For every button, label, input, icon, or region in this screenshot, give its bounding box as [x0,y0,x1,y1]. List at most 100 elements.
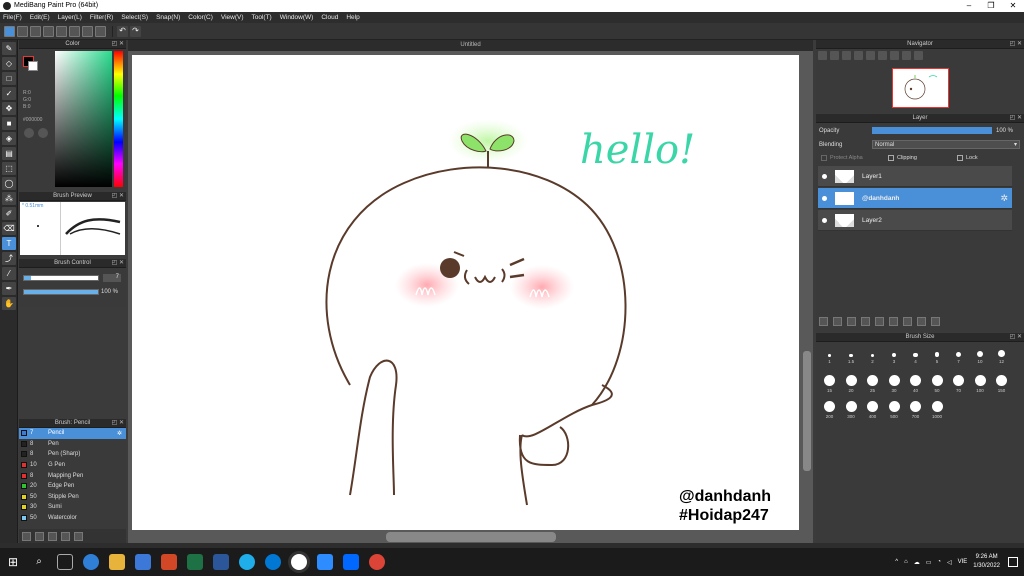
select-pen-tool-icon[interactable]: ✐ [2,207,16,220]
lasso-tool-icon[interactable]: ◯ [2,177,16,190]
brush-size-option[interactable]: 100 [971,373,990,393]
brush-size-option[interactable]: 12 [992,347,1011,366]
brush-list-item[interactable]: 7 Pencil ✲ [19,428,126,439]
store-icon[interactable] [135,554,151,570]
search-icon[interactable]: ⌕ [31,554,47,570]
brush-opacity-slider[interactable] [23,289,99,295]
brush-list-item[interactable]: 50 Stipple Pen [19,492,126,503]
move-down-icon[interactable] [889,317,898,326]
brush-menu-icon[interactable] [48,531,57,541]
reset-rotation-icon[interactable] [902,51,911,60]
panel-close-icon[interactable]: ◰ ✕ [1010,40,1022,49]
brush-list-item[interactable]: 50 Watercolor [19,513,126,524]
brush-size-option[interactable]: 10 [971,347,990,366]
undo-icon[interactable]: ↶ [117,25,128,37]
layer-row[interactable]: Layer2 [818,210,1012,231]
brush-size-value[interactable]: 7 [103,274,121,282]
visibility-icon[interactable] [822,195,827,201]
medibang-icon[interactable] [291,554,307,570]
brush-list-item[interactable]: 20 Edge Pen [19,481,126,492]
menu-select[interactable]: Select(S) [121,14,148,21]
lock-toggle[interactable]: Lock [957,155,978,161]
cloud-icon[interactable]: ☁ [914,559,920,566]
brush-size-option[interactable]: 2 [863,347,882,366]
wifi-icon[interactable]: ◔ [937,559,941,565]
new-file-icon[interactable] [17,25,28,37]
brush-list-item[interactable]: 10 G Pen [19,460,126,471]
actual-size-icon[interactable] [854,51,863,60]
brush-size-option[interactable]: 25 [863,373,882,393]
protect-alpha-toggle[interactable]: Protect Alpha [821,155,863,161]
save-icon[interactable] [30,25,41,37]
horizontal-scrollbar[interactable] [386,532,556,542]
panel-close-icon[interactable]: ◰ ✕ [112,40,124,49]
vertical-scrollbar[interactable] [803,351,811,471]
zoom-app-icon[interactable] [317,554,333,570]
select-rect-tool-icon[interactable]: ⬚ [2,162,16,175]
excel-icon[interactable] [187,554,203,570]
brush-size-option[interactable]: 300 [842,399,861,419]
panel-icon[interactable] [69,25,80,37]
select-eraser-tool-icon[interactable]: ⌫ [2,222,16,235]
add-brush-icon[interactable] [22,531,31,541]
rotate-left-icon[interactable] [878,51,887,60]
edge-alt-icon[interactable] [265,554,281,570]
network-icon[interactable]: ⌂ [904,559,908,565]
menu-help[interactable]: Help [346,14,359,21]
hue-slider[interactable] [114,51,123,187]
chrome-icon[interactable] [369,554,385,570]
import-brush-icon[interactable] [61,531,70,541]
volume-icon[interactable]: ◁ [947,559,952,566]
brush-size-option[interactable]: 3 [885,347,904,366]
check-tool-icon[interactable]: ✓ [2,87,16,100]
chevron-up-icon[interactable]: ^ [895,559,898,565]
eyedropper-tool-icon[interactable]: ⁄ [2,267,16,280]
language-indicator[interactable]: VIE [958,559,968,565]
comment-icon[interactable] [43,25,54,37]
palette-icon[interactable] [24,128,34,138]
panel-close-icon[interactable]: ◰ ✕ [112,192,124,201]
panel-close-icon[interactable]: ◰ ✕ [1010,114,1022,123]
brush-size-option[interactable]: 500 [885,399,904,419]
layer-opacity-slider[interactable] [872,127,992,134]
brush-list-item[interactable]: 8 Pen (Sharp) [19,449,126,460]
grid-icon[interactable] [56,25,67,37]
layer-menu-icon[interactable] [861,317,870,326]
layout-icon[interactable] [95,25,106,37]
gear-icon[interactable]: ✲ [1000,193,1008,204]
list-icon[interactable] [82,25,93,37]
brush-size-option[interactable]: 4 [906,347,925,366]
delete-brush-icon[interactable] [74,531,83,541]
brush-size-option[interactable]: 150 [992,373,1011,393]
background-color-swatch[interactable] [28,61,38,71]
visibility-icon[interactable] [822,173,827,179]
redo-icon[interactable]: ↷ [130,25,141,37]
zoom-icon[interactable] [866,51,875,60]
pen-nib-tool-icon[interactable]: ✒ [2,282,16,295]
brush-size-option[interactable]: 7 [949,347,968,366]
brush-size-option[interactable]: 15 [820,373,839,393]
brush-size-option[interactable]: 5 [928,347,947,366]
layer-row[interactable]: Layer1 [818,166,1012,187]
duplicate-layer-icon[interactable] [903,317,912,326]
menu-window[interactable]: Window(W) [280,14,314,21]
brush-list-item[interactable]: 8 Pen [19,439,126,450]
menu-tool[interactable]: Tool(T) [252,14,272,21]
battery-icon[interactable]: ▭ [926,559,932,566]
file-explorer-icon[interactable] [109,554,125,570]
eraser-tool-icon[interactable]: ◇ [2,57,16,70]
brush-list-item[interactable]: 8 Mapping Pen [19,470,126,481]
close-button[interactable]: ✕ [1002,0,1024,12]
brush-size-option[interactable]: 1000 [928,399,947,419]
menu-cloud[interactable]: Cloud [321,14,338,21]
brush-size-option[interactable]: 40 [906,373,925,393]
brush-size-option[interactable]: 50 [928,373,947,393]
new-folder-icon[interactable] [847,317,856,326]
text-tool-icon[interactable]: T [2,237,16,250]
rotate-right-icon[interactable] [890,51,899,60]
move-tool-icon[interactable]: ✥ [2,102,16,115]
zalo-icon[interactable] [343,554,359,570]
panel-close-icon[interactable]: ◰ ✕ [112,259,124,268]
brush-size-option[interactable]: 700 [906,399,925,419]
brush-list-item[interactable]: 30 Sumi [19,502,126,513]
